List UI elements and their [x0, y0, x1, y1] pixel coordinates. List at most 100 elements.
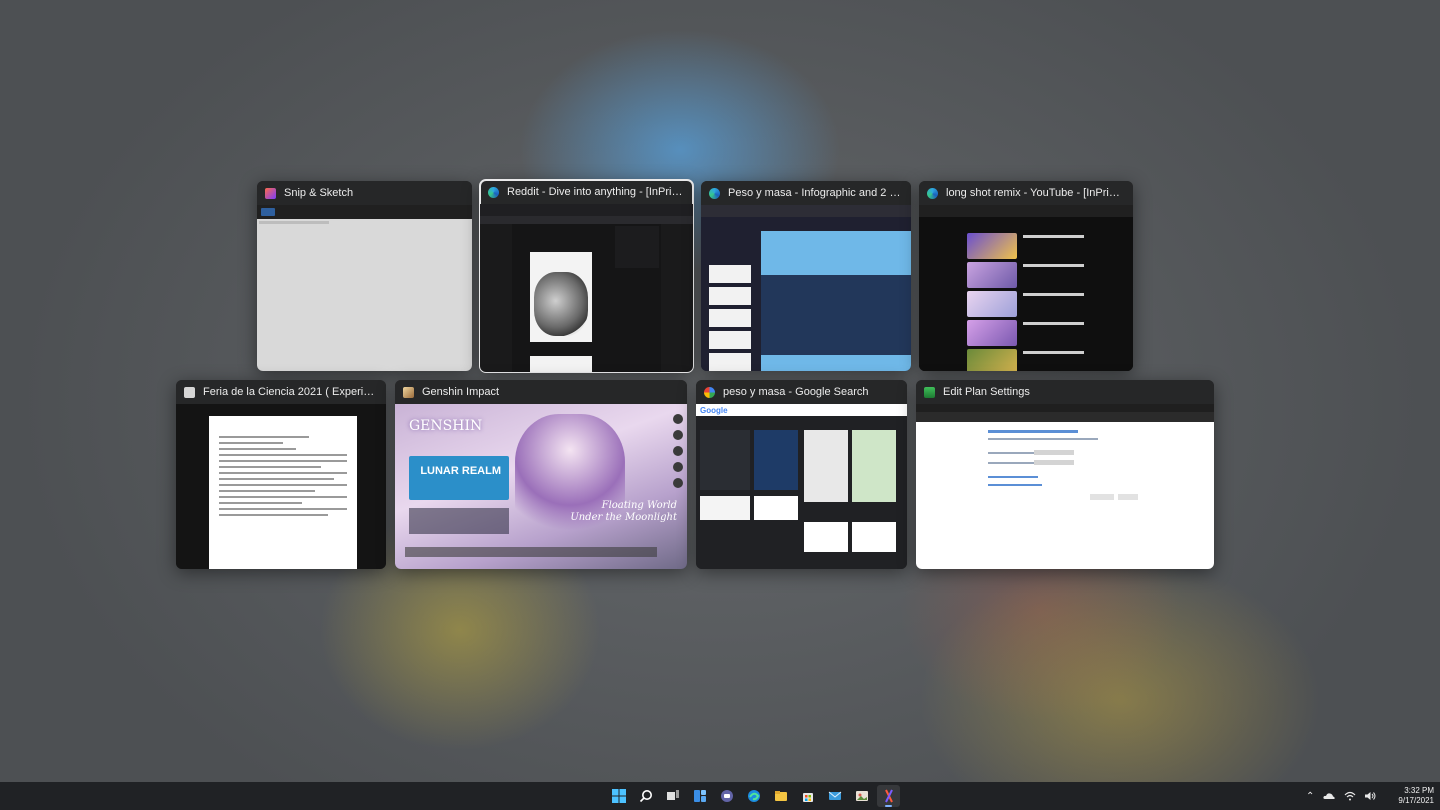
snip-toolbar	[257, 205, 472, 219]
window-preview	[701, 205, 911, 371]
video-titles	[1023, 235, 1125, 354]
window-titlebar: long shot remix - YouTube - [InPrivate] …	[919, 181, 1133, 205]
restore-defaults-link	[988, 484, 1042, 486]
window-youtube[interactable]: long shot remix - YouTube - [InPrivate] …	[919, 181, 1133, 371]
social-icons	[673, 414, 683, 488]
snip-sketch-icon	[884, 789, 893, 803]
window-title: long shot remix - YouTube - [InPrivate] …	[946, 187, 1125, 199]
window-preview	[257, 205, 472, 371]
search-button[interactable]	[634, 785, 657, 807]
window-preview: GENSHIN LUNAR REALM Floating World Under…	[395, 404, 687, 569]
banner-text: LUNAR REALM	[420, 465, 501, 477]
window-titlebar: Feria de la Ciencia 2021 ( Experimento)	[176, 380, 386, 404]
window-titlebar: Snip & Sketch	[257, 181, 472, 205]
edge-icon	[488, 186, 499, 198]
window-titlebar: Peso y masa - Infographic and 2 more pag…	[701, 181, 911, 205]
settings-heading	[988, 430, 1078, 433]
edge-icon	[709, 187, 720, 199]
store-button[interactable]	[796, 785, 819, 807]
mail-button[interactable]	[823, 785, 846, 807]
game-logo: GENSHIN	[409, 418, 483, 434]
taskbar: ⌃ 3:32 PM 9/17/2021	[0, 782, 1440, 810]
youtube-results	[919, 225, 1133, 371]
window-feria-ciencia[interactable]: Feria de la Ciencia 2021 ( Experimento)	[176, 380, 386, 569]
image-result	[754, 430, 798, 490]
start-button[interactable]	[607, 785, 630, 807]
window-google-search[interactable]: peso y masa - Google Search Google	[696, 380, 907, 569]
event-banner: LUNAR REALM	[409, 456, 509, 500]
edge-icon	[747, 790, 760, 802]
address-bar	[916, 412, 1214, 422]
search-header: Google	[696, 404, 907, 416]
image-result	[700, 430, 750, 490]
pdf-page	[209, 416, 357, 569]
post-image	[534, 272, 588, 336]
volume-icon[interactable]	[1364, 791, 1376, 801]
infographic-section	[761, 275, 911, 355]
file-explorer-icon	[774, 791, 787, 801]
window-title: Genshin Impact	[422, 386, 500, 398]
reddit-post	[530, 252, 592, 342]
window-reddit[interactable]: Reddit - Dive into anything - [InPrivate…	[479, 179, 694, 373]
news-panel	[409, 508, 509, 534]
photos-button[interactable]	[850, 785, 873, 807]
google-logo: Google	[700, 405, 728, 415]
chat-button[interactable]	[715, 785, 738, 807]
pdf-text	[219, 436, 347, 516]
browser-tabs	[919, 205, 1133, 217]
window-title: Snip & Sketch	[284, 187, 354, 199]
task-view-button[interactable]	[661, 785, 684, 807]
infographic-section	[761, 231, 911, 275]
genshin-launcher: GENSHIN LUNAR REALM Floating World Under…	[395, 404, 687, 569]
window-title: Feria de la Ciencia 2021 ( Experimento)	[203, 386, 378, 398]
reddit-sidebar	[615, 226, 659, 268]
window-title: peso y masa - Google Search	[723, 386, 869, 398]
browser-tabs	[701, 205, 911, 217]
snip-sketch-icon	[265, 187, 276, 199]
teams-chat-icon	[720, 790, 733, 802]
window-preview	[176, 404, 386, 569]
browser-address-bar	[480, 216, 693, 224]
sleep-dropdown	[1034, 460, 1074, 465]
image-result	[754, 496, 798, 520]
image-result	[852, 430, 896, 502]
window-titlebar: Genshin Impact	[395, 380, 687, 404]
chevron-up-icon[interactable]: ⌃	[1306, 791, 1314, 802]
window-title: Peso y masa - Infographic and 2 more pag…	[728, 187, 903, 199]
file-explorer-button[interactable]	[769, 785, 792, 807]
advanced-settings-link	[988, 476, 1038, 478]
onedrive-icon[interactable]	[1322, 791, 1336, 801]
browser-tabs	[480, 204, 693, 216]
snip-sketch-button[interactable]	[877, 785, 900, 807]
window-titlebar: Edit Plan Settings	[916, 380, 1214, 404]
task-view-icon	[666, 790, 679, 800]
clock[interactable]: 3:32 PM 9/17/2021	[1398, 786, 1434, 806]
control-panel	[916, 404, 1214, 569]
window-genshin[interactable]: Genshin Impact GENSHIN LUNAR REALM Float…	[395, 380, 687, 569]
settings-description	[988, 438, 1098, 440]
explorer-titlebar	[916, 404, 1214, 412]
new-button-icon	[261, 208, 275, 216]
wifi-icon[interactable]	[1344, 791, 1356, 801]
widgets-button[interactable]	[688, 785, 711, 807]
pdf-viewer	[176, 404, 386, 569]
window-title: Reddit - Dive into anything - [InPrivate…	[507, 186, 685, 198]
window-title: Edit Plan Settings	[943, 386, 1030, 398]
clock-time: 3:32 PM	[1404, 786, 1434, 795]
window-infographic[interactable]: Peso y masa - Infographic and 2 more pag…	[701, 181, 911, 371]
search-icon	[639, 790, 652, 803]
infographic-section	[761, 355, 911, 371]
edge-icon	[927, 187, 938, 199]
window-edit-plan-settings[interactable]: Edit Plan Settings	[916, 380, 1214, 569]
slide-thumbnails	[709, 265, 751, 371]
image-result	[804, 522, 848, 552]
video-thumbnails	[967, 233, 1017, 371]
window-preview: Google	[696, 404, 907, 569]
edge-button[interactable]	[742, 785, 765, 807]
taskbar-apps	[607, 785, 900, 807]
power-options-icon	[924, 386, 935, 398]
launch-bar	[405, 547, 657, 557]
chrome-icon	[704, 386, 715, 398]
window-snip-sketch[interactable]: Snip & Sketch	[257, 181, 472, 371]
hint-text	[259, 221, 329, 224]
